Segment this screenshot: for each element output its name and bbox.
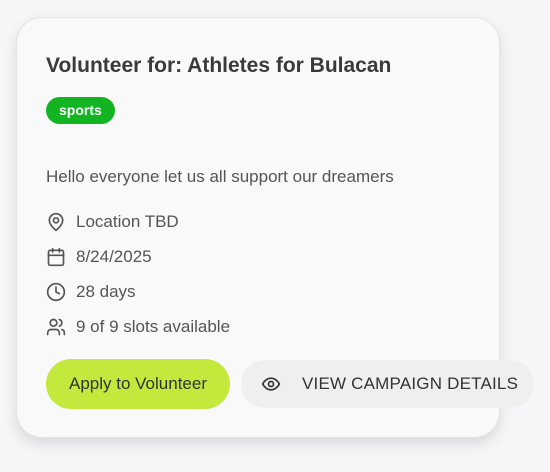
date-text: 8/24/2025 xyxy=(76,247,152,266)
calendar-icon xyxy=(46,247,66,267)
apply-to-volunteer-button[interactable]: Apply to Volunteer xyxy=(46,359,230,409)
slots-text: 9 of 9 slots available xyxy=(76,317,231,336)
clock-icon xyxy=(46,282,66,302)
eye-icon xyxy=(261,374,281,394)
users-icon xyxy=(46,317,66,337)
campaign-title: Volunteer for: Athletes for Bulacan xyxy=(46,54,392,77)
date-row: 8/24/2025 xyxy=(46,246,152,268)
view-campaign-details-label: VIEW CAMPAIGN DETAILS xyxy=(302,374,519,393)
campaign-description: Hello everyone let us all support our dr… xyxy=(46,167,394,186)
location-row: Location TBD xyxy=(46,211,179,233)
category-tag: sports xyxy=(46,97,115,124)
view-campaign-details-button[interactable]: VIEW CAMPAIGN DETAILS xyxy=(241,360,534,408)
duration-row: 28 days xyxy=(46,281,136,303)
slots-row: 9 of 9 slots available xyxy=(46,316,230,338)
duration-text: 28 days xyxy=(76,282,136,301)
location-text: Location TBD xyxy=(76,212,179,231)
map-pin-icon xyxy=(46,212,66,232)
